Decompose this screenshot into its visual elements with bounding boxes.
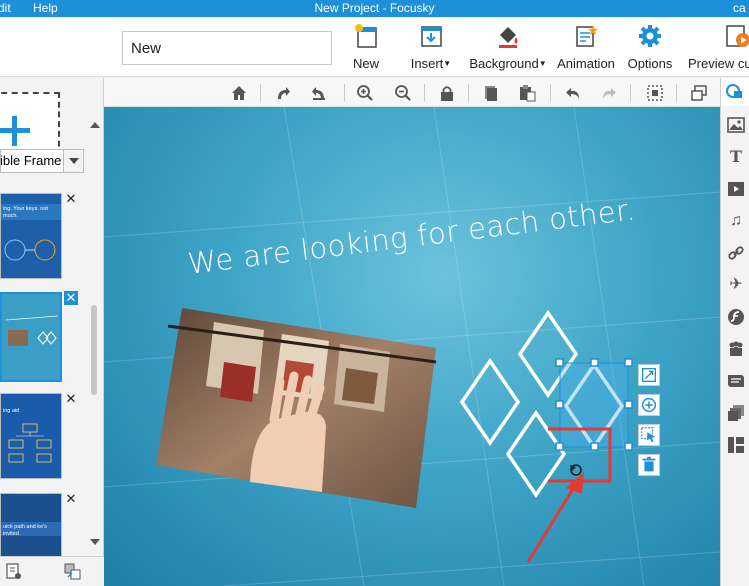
- canvas-toolbar: [104, 78, 720, 107]
- background-button[interactable]: Background▼: [468, 23, 548, 71]
- link-icon[interactable]: [727, 244, 745, 262]
- text-icon[interactable]: T: [727, 148, 745, 166]
- undo-icon[interactable]: [564, 84, 582, 102]
- image-icon[interactable]: [727, 116, 745, 134]
- frames-scrollbar[interactable]: [88, 115, 102, 555]
- chevron-down-icon: ▼: [443, 59, 452, 68]
- close-icon[interactable]: ✕: [64, 392, 78, 406]
- scrollbar-thumb[interactable]: [91, 305, 97, 395]
- chevron-down-icon[interactable]: [63, 150, 83, 172]
- insert-icon: [421, 26, 442, 47]
- frame-type-select[interactable]: ible Frame: [0, 149, 84, 173]
- music-icon[interactable]: ♫: [727, 212, 745, 230]
- scroll-up-icon[interactable]: [90, 117, 100, 128]
- plus-icon: [0, 116, 30, 146]
- redo-icon[interactable]: [600, 84, 618, 102]
- video-icon[interactable]: [727, 180, 745, 198]
- close-icon[interactable]: ✕: [64, 192, 78, 206]
- zoom-in-icon[interactable]: [356, 84, 374, 102]
- preview-button[interactable]: Preview cu: [688, 23, 749, 71]
- subtitle-icon[interactable]: [727, 372, 745, 390]
- frame-type-value: ible Frame: [0, 153, 62, 168]
- title-right-text[interactable]: ca: [733, 1, 746, 15]
- new-page-icon: [355, 24, 377, 48]
- zoom-plus-icon[interactable]: [638, 394, 660, 416]
- gear-icon: [639, 25, 661, 47]
- frame-thumbnail-2[interactable]: [0, 292, 62, 382]
- shapes-icon[interactable]: [721, 78, 749, 106]
- copy-icon[interactable]: [482, 84, 500, 102]
- project-name-input[interactable]: [122, 31, 332, 65]
- thumbnail-text: uick path and ke's invited: [3, 524, 47, 537]
- main-toolbar: New Insert▼ Background▼ Animation: [0, 17, 749, 77]
- layers-icon[interactable]: [727, 404, 745, 422]
- animation-button[interactable]: Animation: [556, 23, 616, 71]
- chevron-down-icon: ▼: [538, 59, 547, 68]
- slide-preview: [2, 294, 60, 380]
- frame-settings-icon[interactable]: [6, 563, 22, 581]
- animation-icon: [576, 25, 598, 47]
- options-button[interactable]: Options: [626, 23, 674, 71]
- rotate-left-icon[interactable]: [310, 84, 328, 102]
- frame-thumbnail-3[interactable]: ing aid: [0, 393, 62, 479]
- preview-button-label: Preview cu: [688, 56, 749, 71]
- scroll-down-icon[interactable]: [90, 539, 100, 550]
- annotation-arrow: [526, 472, 584, 563]
- new-button-label: New: [352, 56, 379, 71]
- rotate-right-icon[interactable]: [274, 84, 292, 102]
- lock-icon[interactable]: [438, 84, 456, 102]
- editing-canvas[interactable]: We are looking for each other.: [104, 107, 720, 586]
- frame-thumbnail-4[interactable]: uick path and ke's invited: [0, 493, 62, 557]
- background-button-label: Background: [469, 56, 539, 71]
- frames-footer: [0, 556, 104, 586]
- frames-panel: ible Frame ing. Your keys. not much. ✕ ✕: [0, 78, 104, 586]
- paint-bucket-icon: [499, 27, 518, 48]
- characters-icon[interactable]: [727, 340, 745, 358]
- preview-icon: [726, 25, 749, 47]
- insert-button-label: Insert: [410, 56, 444, 71]
- flash-icon[interactable]: [727, 308, 745, 326]
- thumbnail-text: ing aid: [3, 408, 20, 414]
- slide-preview: [1, 394, 61, 478]
- airplane-icon[interactable]: ✈: [727, 276, 745, 294]
- swap-frames-icon[interactable]: [64, 563, 82, 581]
- insert-button[interactable]: Insert▼: [408, 23, 454, 71]
- window-mode-icon[interactable]: [690, 84, 708, 102]
- trash-icon[interactable]: [638, 454, 660, 476]
- photo-image[interactable]: [154, 302, 454, 512]
- frame-thumbnail-1[interactable]: ing. Your keys. not much.: [0, 193, 62, 279]
- animation-button-label: Animation: [557, 56, 615, 71]
- select-area-icon[interactable]: [646, 84, 664, 102]
- paste-icon[interactable]: [518, 84, 536, 102]
- options-button-label: Options: [627, 56, 673, 71]
- close-icon[interactable]: ✕: [64, 492, 78, 506]
- zoom-out-icon[interactable]: [394, 84, 412, 102]
- home-icon[interactable]: [230, 84, 248, 102]
- thumbnail-text: ing. Your keys. not much.: [3, 206, 48, 219]
- new-button[interactable]: New: [349, 23, 383, 71]
- pointer-select-icon[interactable]: [638, 424, 660, 446]
- transform-icon[interactable]: [638, 364, 660, 386]
- close-icon[interactable]: ✕: [64, 291, 78, 305]
- layout-icon[interactable]: [727, 436, 745, 454]
- window-title: New Project - Focusky: [314, 1, 435, 15]
- title-bar: dit Help New Project - Focusky ca: [0, 0, 749, 17]
- right-sidebar: T ♫ ✈: [720, 78, 749, 586]
